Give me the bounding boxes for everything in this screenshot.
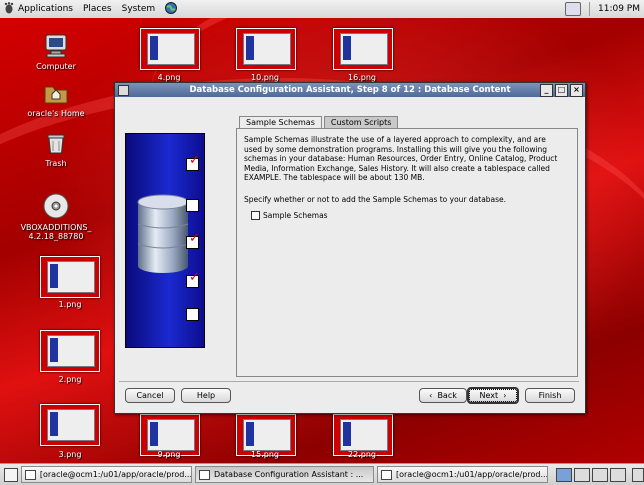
menu-system[interactable]: System (122, 4, 156, 14)
workspace-1[interactable] (556, 467, 573, 482)
workspace-4[interactable] (610, 467, 627, 482)
next-arrow-icon: › (503, 391, 507, 400)
terminal-icon (24, 469, 36, 480)
taskbar-item-terminal[interactable]: [oracle@ocm1:/u01/app/oracle/prod... (20, 466, 192, 483)
back-button[interactable]: ‹ Back (419, 388, 467, 403)
thumbnail-file[interactable] (333, 28, 393, 70)
sample-schemas-checkbox[interactable] (251, 211, 260, 220)
next-button[interactable]: Next › (467, 387, 519, 404)
separator (589, 2, 590, 16)
workspace-2[interactable] (574, 467, 591, 482)
top-panel: Applications Places System 11:09 PM (0, 0, 644, 19)
network-icon[interactable] (565, 2, 581, 16)
desktop-icon-trash[interactable]: Trash (20, 131, 92, 168)
thumbnail-label: 10.png (251, 73, 279, 82)
finish-button[interactable]: Finish (525, 388, 575, 403)
dialog-title: Database Configuration Assistant, Step 8… (189, 85, 511, 95)
thumbnail-file[interactable] (40, 404, 100, 446)
thumbnail-file[interactable] (236, 28, 296, 70)
thumbnail-label: 15.png (251, 450, 279, 459)
home-folder-icon (20, 81, 92, 107)
desktop-icon-home[interactable]: oracle's Home (20, 81, 92, 118)
main-menu: Applications Places System (0, 0, 191, 18)
sample-schemas-description: Sample Schemas illustrate the use of a l… (244, 135, 558, 182)
menu-applications[interactable]: Applications (18, 4, 73, 14)
thumbnail-label: 16.png (348, 73, 376, 82)
thumbnail-file[interactable] (40, 330, 100, 372)
dialog-titlebar[interactable]: Database Configuration Assistant, Step 8… (115, 83, 585, 97)
foot-icon[interactable] (4, 1, 14, 17)
step-check-icon (186, 199, 199, 212)
window-buttons: _ □ × (540, 84, 583, 97)
globe-icon[interactable] (165, 1, 178, 17)
thumbnail-file[interactable] (40, 256, 100, 298)
help-button[interactable]: Help (181, 388, 231, 403)
trash-applet-icon[interactable] (632, 467, 644, 482)
step-check-icon (186, 270, 200, 288)
trash-icon (20, 131, 92, 157)
dbca-dialog: Database Configuration Assistant, Step 8… (114, 82, 586, 414)
sample-schemas-option[interactable]: Sample Schemas (251, 211, 328, 220)
clock[interactable]: 11:09 PM (598, 4, 640, 14)
minimize-icon[interactable]: _ (540, 84, 553, 97)
taskbar-item-terminal[interactable]: [oracle@ocm1:/u01/app/oracle/prod... (376, 466, 549, 483)
maximize-icon[interactable]: □ (555, 84, 568, 97)
computer-icon (20, 34, 92, 60)
desktop-icon-label: oracle's Home (27, 109, 85, 118)
sample-schemas-label: Sample Schemas (263, 211, 328, 220)
taskbar: [oracle@ocm1:/u01/app/oracle/prod... Dat… (0, 463, 644, 485)
thumbnail-file[interactable] (140, 28, 200, 70)
thumbnail-label: 4.png (157, 73, 181, 82)
taskbar-item-dbca[interactable]: Database Configuration Assistant : ... (194, 466, 374, 483)
thumbnail-label: 22.png (348, 450, 376, 459)
panel-tray: 11:09 PM (565, 0, 640, 18)
close-icon[interactable]: × (570, 84, 583, 97)
terminal-icon (380, 469, 392, 480)
menu-places[interactable]: Places (83, 4, 112, 14)
step-check-icon (186, 231, 200, 249)
desktop-icon-label: Computer (36, 62, 76, 71)
window-icon (198, 469, 210, 480)
step-check-icon (186, 308, 199, 321)
desktop-icon-computer[interactable]: Computer (20, 34, 92, 71)
desktop-icon-vboxadditions[interactable]: VBOXADDITIONS_4.2.18_88780 (18, 193, 94, 241)
thumbnail-label: 9.png (157, 450, 181, 459)
cdrom-icon (18, 193, 94, 221)
back-arrow-icon: ‹ (429, 391, 433, 400)
button-separator (119, 381, 579, 382)
cancel-button[interactable]: Cancel (125, 388, 175, 403)
database-cylinder-icon (137, 194, 189, 273)
desktop-icon-label: VBOXADDITIONS_4.2.18_88780 (20, 223, 92, 241)
thumbnail-label: 2.png (58, 375, 82, 384)
specify-instruction: Specify whether or not to add the Sample… (244, 195, 507, 204)
show-desktop-icon[interactable] (4, 467, 18, 482)
desktop-icon-label: Trash (45, 159, 67, 168)
thumbnail-label: 1.png (58, 300, 82, 309)
thumbnail-label: 3.png (58, 450, 82, 459)
step-check-icon (186, 153, 200, 171)
workspace-switcher (554, 467, 627, 482)
tab-panel: Sample Schemas illustrate the use of a l… (236, 128, 578, 377)
wizard-illustration (125, 133, 205, 348)
workspace-3[interactable] (592, 467, 609, 482)
